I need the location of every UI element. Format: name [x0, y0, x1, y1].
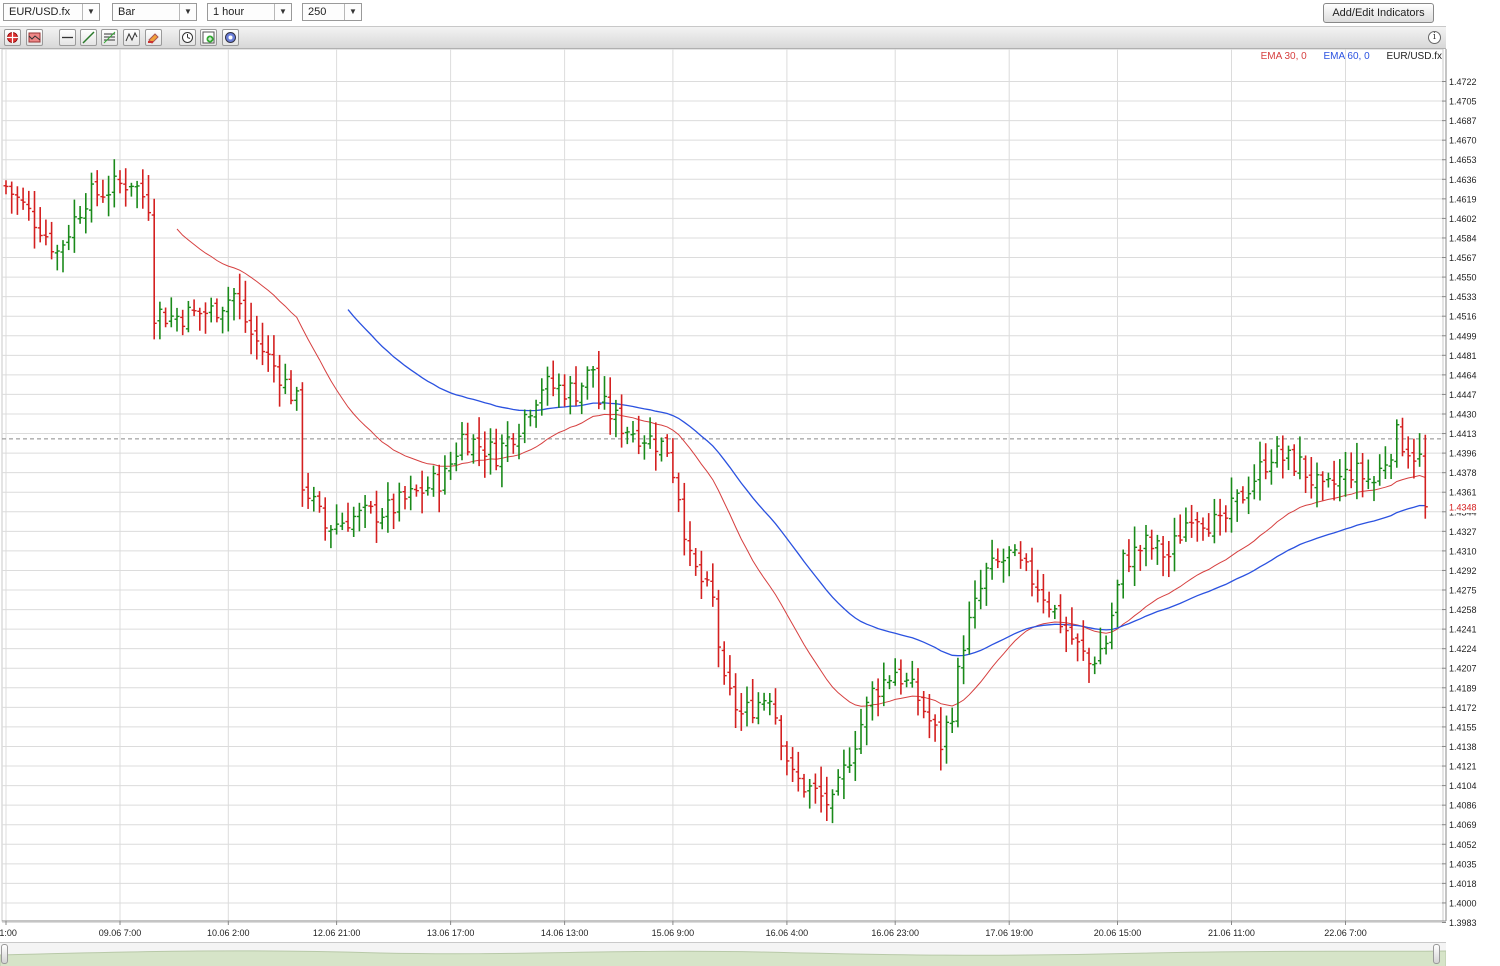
y-tick-label: 1.4121: [1449, 762, 1477, 772]
chevron-down-icon: ▼: [179, 4, 196, 20]
y-tick-label: 1.4035: [1449, 859, 1477, 869]
symbol-select[interactable]: EUR/USD.fx ▼: [3, 3, 100, 21]
y-tick-label: 1.4705: [1449, 97, 1477, 107]
drawing-toolbar: i: [0, 26, 1446, 49]
y-tick-label: 1.4258: [1449, 605, 1477, 615]
y-tick-label: 1.4567: [1449, 253, 1477, 263]
y-tick-label: 1.4361: [1449, 488, 1477, 498]
y-tick-label: 1.4396: [1449, 449, 1477, 459]
clock-icon[interactable]: [179, 29, 196, 46]
x-tick-label: 15.06 9:00: [652, 928, 695, 938]
chart-grid: [1, 49, 1444, 923]
y-tick-label: 1.4327: [1449, 527, 1477, 537]
top-bar: EUR/USD.fx ▼ Bar ▼ 1 hour ▼ 250 ▼ Add/Ed…: [0, 0, 1446, 26]
x-tick-label: 09.06 7:00: [99, 928, 142, 938]
y-tick-label: 1.4670: [1449, 136, 1477, 146]
y-tick-label: 1.4602: [1449, 214, 1477, 224]
y-tick-label: 1.4310: [1449, 546, 1477, 556]
y-tick-label: 1.4653: [1449, 155, 1477, 165]
x-tick-label: 16.06 23:00: [871, 928, 919, 938]
y-tick-label: 1.4430: [1449, 409, 1477, 419]
navigator-left-handle[interactable]: [1, 944, 8, 964]
price-axis: 1.4722 1.4705 1.4687 1.4670 1.4653 1.4636 1.46…: [1442, 49, 1492, 928]
y-tick-label: 1.4533: [1449, 292, 1477, 302]
x-tick-label: 20.06 15:00: [1094, 928, 1142, 938]
x-tick-label: 11:00: [0, 928, 17, 938]
x-tick-label: 16.06 4:00: [766, 928, 809, 938]
y-tick-label: 1.4086: [1449, 801, 1477, 811]
y-tick-label: 1.4722: [1449, 77, 1477, 87]
y-tick-label: 1.4687: [1449, 116, 1477, 126]
eraser-icon[interactable]: [145, 29, 162, 46]
chart-legend: EMA 30, 0 EMA 60, 0 EUR/USD.fx: [1247, 51, 1442, 62]
y-tick-label: 1.4619: [1449, 194, 1477, 204]
legend-ema60: EMA 60, 0: [1323, 51, 1370, 62]
y-tick-label: 1.4138: [1449, 742, 1477, 752]
y-tick-label: 1.4447: [1449, 390, 1477, 400]
fill-icon[interactable]: [26, 29, 43, 46]
y-tick-label: 1.4241: [1449, 625, 1477, 635]
wave-icon[interactable]: [123, 29, 140, 46]
last-price-label: 1.4348: [1449, 503, 1477, 513]
y-tick-label: 1.4018: [1449, 879, 1477, 889]
interval-select-value: 1 hour: [213, 6, 245, 18]
settings-icon[interactable]: [222, 29, 239, 46]
y-tick-label: 1.4069: [1449, 820, 1477, 830]
x-tick-label: 21.06 11:00: [1208, 928, 1255, 938]
plot-area: [1, 49, 1444, 922]
y-tick-label: 1.4516: [1449, 312, 1477, 322]
chart-style-select[interactable]: Bar ▼: [112, 3, 197, 21]
add-study-icon[interactable]: [200, 29, 217, 46]
info-icon[interactable]: i: [1428, 31, 1441, 44]
y-tick-label: 1.4584: [1449, 233, 1477, 243]
navigator-overview: [0, 950, 1446, 966]
chart-style-select-value: Bar: [118, 6, 136, 18]
bars-count-select-value: 250: [308, 6, 327, 18]
y-tick-label: 1.4413: [1449, 429, 1477, 439]
symbol-select-value: EUR/USD.fx: [9, 6, 71, 18]
bars-count-select[interactable]: 250 ▼: [302, 3, 362, 21]
price-chart[interactable]: 1.4722 1.4705 1.4687 1.4670 1.4653 1.4636 1.46…: [0, 49, 1500, 942]
chevron-down-icon: ▼: [274, 4, 291, 20]
y-tick-label: 1.4052: [1449, 840, 1477, 850]
time-axis: 11:00 09.06 7:00 10.06 2:00 12.06 21:00 13.0…: [0, 920, 1446, 938]
y-tick-label: 1.4155: [1449, 722, 1477, 732]
trend-line-icon[interactable]: [80, 29, 97, 46]
x-tick-label: 17.06 19:00: [985, 928, 1033, 938]
x-tick-label: 14.06 13:00: [541, 928, 589, 938]
y-tick-label: 1.4000: [1449, 898, 1477, 908]
y-tick-label: 1.4172: [1449, 703, 1477, 713]
y-tick-label: 1.4636: [1449, 175, 1477, 185]
y-tick-label: 1.4275: [1449, 586, 1477, 596]
add-edit-indicators-button[interactable]: Add/Edit Indicators: [1323, 3, 1434, 23]
legend-symbol: EUR/USD.fx: [1386, 51, 1442, 62]
y-tick-label: 1.4481: [1449, 351, 1477, 361]
chevron-down-icon: ▼: [344, 4, 361, 20]
y-tick-label: 1.3983: [1449, 918, 1477, 928]
navigator-right-handle[interactable]: [1433, 944, 1440, 964]
y-tick-label: 1.4378: [1449, 468, 1477, 478]
chart-navigator[interactable]: [0, 942, 1446, 966]
x-tick-label: 12.06 21:00: [313, 928, 361, 938]
fibonacci-icon[interactable]: [101, 29, 118, 46]
y-tick-label: 1.4224: [1449, 644, 1477, 654]
x-tick-label: 10.06 2:00: [207, 928, 250, 938]
interval-select[interactable]: 1 hour ▼: [207, 3, 292, 21]
crosshair-icon[interactable]: [4, 29, 21, 46]
x-tick-label: 13.06 17:00: [427, 928, 475, 938]
x-tick-label: 22.06 7:00: [1324, 928, 1367, 938]
y-tick-label: 1.4189: [1449, 683, 1477, 693]
y-tick-label: 1.4464: [1449, 370, 1477, 380]
y-tick-label: 1.4104: [1449, 781, 1477, 791]
y-tick-label: 1.4292: [1449, 566, 1477, 576]
y-tick-label: 1.4550: [1449, 273, 1477, 283]
legend-ema30: EMA 30, 0: [1260, 51, 1307, 62]
horizontal-line-icon[interactable]: [59, 29, 76, 46]
y-tick-label: 1.4499: [1449, 331, 1477, 341]
chevron-down-icon: ▼: [82, 4, 99, 20]
y-tick-label: 1.4207: [1449, 664, 1477, 674]
